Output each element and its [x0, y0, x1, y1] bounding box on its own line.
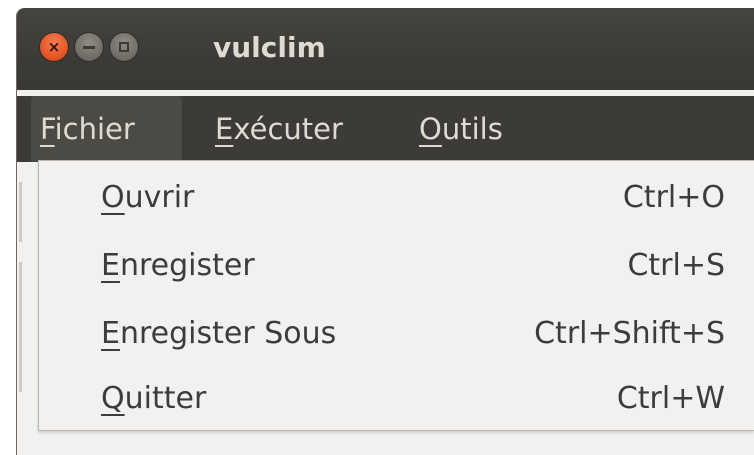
menu-item-shortcut: Ctrl+S	[627, 248, 725, 283]
menu-outils-mnemonic: O	[419, 112, 442, 146]
menu-item-quitter[interactable]: Quitter Ctrl+W	[39, 366, 754, 432]
menu-item-label: Ouvrir	[101, 165, 194, 231]
menu-outils-label: utils	[441, 112, 503, 146]
title-bar[interactable]: × vulclim	[17, 8, 754, 90]
menu-item-mnemonic: E	[101, 248, 120, 283]
maximize-icon	[110, 33, 138, 61]
close-icon: ×	[47, 38, 61, 56]
menu-executer[interactable]: Exécuter	[206, 96, 352, 162]
menu-executer-label: xécuter	[233, 112, 343, 146]
menu-item-mnemonic: O	[101, 180, 125, 215]
menu-item-label-rest: nregister	[119, 248, 255, 283]
maximize-window-button[interactable]	[109, 32, 139, 62]
background-widget-edge	[19, 262, 22, 392]
menu-fichier[interactable]: Fichier	[31, 96, 182, 162]
background-widget-edge	[19, 182, 22, 242]
menu-item-label-rest: uitter	[124, 381, 207, 416]
menu-fichier-label: ichier	[54, 112, 135, 146]
menu-item-mnemonic: Q	[101, 381, 125, 416]
menu-outils[interactable]: Outils	[410, 96, 512, 162]
minimize-icon	[75, 33, 103, 61]
menu-item-label-rest: nregister Sous	[119, 316, 337, 351]
menu-item-shortcut: Ctrl+W	[616, 381, 725, 416]
fichier-dropdown-menu: Ouvrir Ctrl+O Enregister Ctrl+S Enregist…	[38, 160, 754, 431]
menu-item-label: Enregister	[101, 233, 255, 299]
minimize-window-button[interactable]	[74, 32, 104, 62]
menu-bar: Fichier Exécuter Outils	[17, 96, 754, 162]
menu-executer-mnemonic: E	[215, 112, 234, 146]
menu-item-label: Enregister Sous	[101, 301, 336, 367]
menu-item-label-rest: uvrir	[124, 180, 195, 215]
menu-item-shortcut: Ctrl+O	[622, 180, 725, 215]
menu-item-mnemonic: E	[101, 316, 120, 351]
menu-item-shortcut: Ctrl+Shift+S	[534, 316, 725, 351]
window-title: vulclim	[213, 31, 326, 64]
menu-item-label: Quitter	[101, 366, 206, 432]
menu-item-ouvrir[interactable]: Ouvrir Ctrl+O	[39, 165, 754, 231]
close-window-button[interactable]: ×	[39, 32, 69, 62]
menu-fichier-mnemonic: F	[40, 112, 55, 146]
menu-item-enregister-sous[interactable]: Enregister Sous Ctrl+Shift+S	[39, 301, 754, 367]
menu-item-enregister[interactable]: Enregister Ctrl+S	[39, 233, 754, 299]
